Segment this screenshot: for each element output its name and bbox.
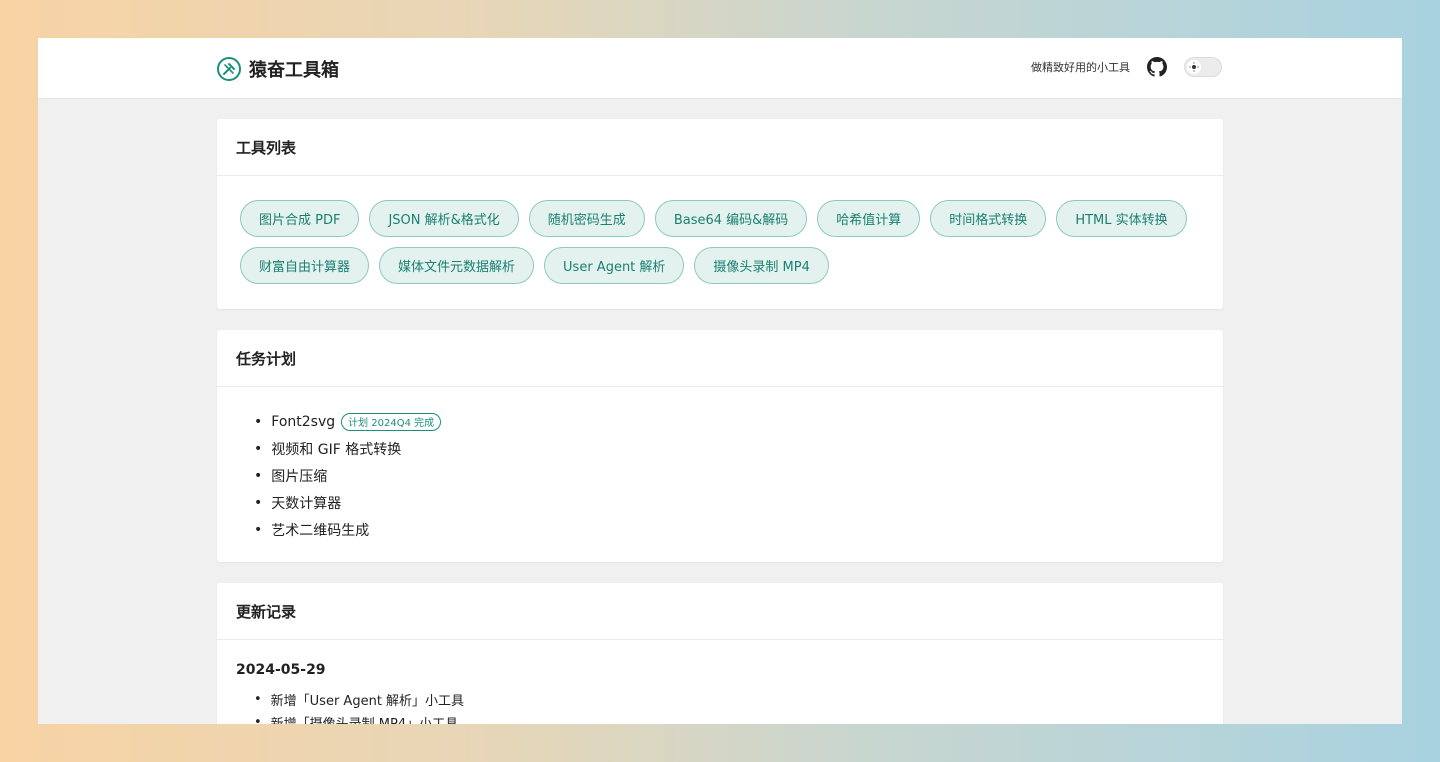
plan-item-label: Font2svg xyxy=(271,413,336,430)
plan-list: Font2svg 计划 2024Q4 完成 视频和 GIF 格式转换 图片压缩 … xyxy=(217,387,1223,543)
brand[interactable]: 猿奋工具箱 xyxy=(217,56,339,82)
tool-chip[interactable]: 摄像头录制 MP4 xyxy=(694,247,829,284)
list-item: Font2svg 计划 2024Q4 完成 xyxy=(254,408,1223,435)
header-right: 做精致好用的小工具 xyxy=(1031,56,1222,78)
plan-item-label: 艺术二维码生成 xyxy=(271,522,370,539)
github-icon[interactable] xyxy=(1146,56,1168,78)
plan-item-label: 视频和 GIF 格式转换 xyxy=(271,441,402,458)
changelog-date: 2024-05-29 xyxy=(236,662,326,678)
changelog-card: 更新记录 2024-05-29 新增「User Agent 解析」小工具 新增「… xyxy=(217,583,1223,724)
plan-item-label: 天数计算器 xyxy=(271,495,342,512)
tool-chip[interactable]: 时间格式转换 xyxy=(930,200,1047,237)
list-item: 图片压缩 xyxy=(254,462,1223,489)
tool-chip[interactable]: 哈希值计算 xyxy=(817,200,921,237)
changelog-item: 新增「摄像头录制 MP4」小工具 xyxy=(271,713,458,724)
tools-list: 图片合成 PDF JSON 解析&格式化 随机密码生成 Base64 编码&解码… xyxy=(217,176,1223,284)
tool-chip[interactable]: 随机密码生成 xyxy=(528,200,645,237)
app-frame: 猿奋工具箱 做精致好用的小工具 工具列表 图片合成 PDF JSON 解析&格式… xyxy=(38,38,1402,724)
tool-chip[interactable]: HTML 实体转换 xyxy=(1056,200,1187,237)
plan-badge: 计划 2024Q4 完成 xyxy=(341,412,442,431)
list-item: 天数计算器 xyxy=(254,489,1223,516)
brand-name: 猿奋工具箱 xyxy=(249,60,339,81)
tools-logo-icon xyxy=(217,57,241,81)
tool-chip[interactable]: JSON 解析&格式化 xyxy=(369,200,519,237)
plan-item-label: 图片压缩 xyxy=(271,468,328,485)
tools-title: 工具列表 xyxy=(217,119,1223,176)
changelog-list: 新增「User Agent 解析」小工具 新增「摄像头录制 MP4」小工具 xyxy=(217,678,1223,724)
tagline: 做精致好用的小工具 xyxy=(1031,61,1130,74)
plan-title: 任务计划 xyxy=(217,330,1223,387)
changelog-item: 新增「User Agent 解析」小工具 xyxy=(270,694,465,709)
tools-card: 工具列表 图片合成 PDF JSON 解析&格式化 随机密码生成 Base64 … xyxy=(217,119,1223,309)
list-item: 新增「User Agent 解析」小工具 xyxy=(254,688,1223,711)
sun-icon xyxy=(1187,60,1201,74)
list-item: 艺术二维码生成 xyxy=(254,516,1223,543)
list-item: 视频和 GIF 格式转换 xyxy=(254,435,1223,462)
tool-chip[interactable]: 财富自由计算器 xyxy=(240,247,370,284)
changelog-title: 更新记录 xyxy=(217,583,1223,640)
theme-toggle[interactable] xyxy=(1184,57,1222,77)
tool-chip[interactable]: 图片合成 PDF xyxy=(240,200,360,237)
tool-chip[interactable]: 媒体文件元数据解析 xyxy=(379,247,535,284)
tool-chip[interactable]: Base64 编码&解码 xyxy=(654,200,808,237)
plan-card: 任务计划 Font2svg 计划 2024Q4 完成 视频和 GIF 格式转换 … xyxy=(217,330,1223,562)
list-item: 新增「摄像头录制 MP4」小工具 xyxy=(254,711,1223,724)
top-header: 猿奋工具箱 做精致好用的小工具 xyxy=(38,38,1402,99)
tool-chip[interactable]: User Agent 解析 xyxy=(544,247,685,284)
